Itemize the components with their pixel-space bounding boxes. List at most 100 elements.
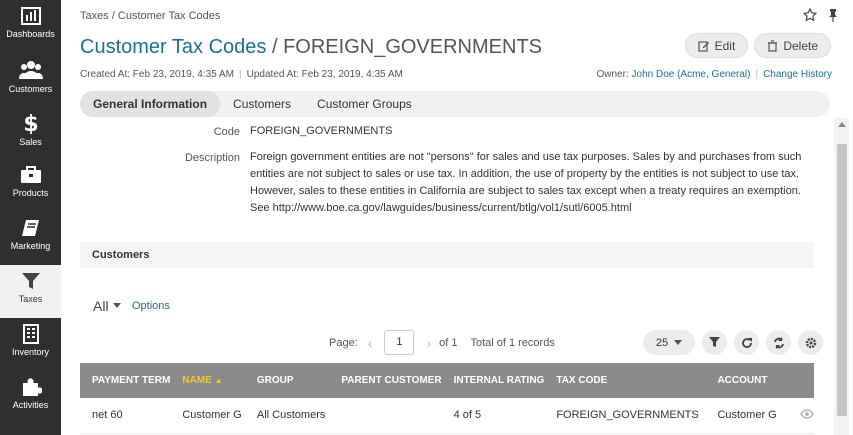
column-parent-customer[interactable]: PARENT CUSTOMER (329, 363, 442, 398)
column-payment-term[interactable]: PAYMENT TERM (80, 363, 171, 398)
per-page-select[interactable]: 25 (643, 330, 695, 355)
total-records: Total of 1 records (470, 336, 555, 349)
tab-bar: General Information Customers Customer G… (80, 91, 830, 117)
description-line: Foreign government entities are not "per… (250, 151, 802, 163)
breadcrumb[interactable]: Taxes / Customer Tax Codes (80, 10, 220, 22)
edit-icon (698, 40, 709, 52)
sidebar-item-label: Products (12, 188, 49, 198)
reset-button[interactable] (734, 330, 759, 355)
customers-section-header: Customers (80, 242, 814, 268)
star-icon[interactable] (803, 8, 817, 22)
change-history-link[interactable]: Change History (763, 69, 832, 80)
trash-icon (768, 39, 778, 52)
pin-icon[interactable] (827, 8, 839, 22)
page-input[interactable]: 1 (384, 330, 415, 355)
cell-actions (788, 398, 814, 434)
column-name-label: NAME (182, 375, 212, 386)
scroll-up-arrow-icon[interactable] (838, 122, 846, 127)
updated-at: Updated At: Feb 23, 2019, 4:35 AM (246, 69, 403, 80)
title-separator: / (271, 36, 278, 58)
dollar-icon: $ (23, 112, 38, 134)
sidebar-item-marketing[interactable]: Marketing (0, 212, 61, 265)
building-icon (22, 324, 39, 344)
column-account[interactable]: ACCOUNT (705, 363, 788, 398)
column-internal-rating[interactable]: INTERNAL RATING (441, 363, 545, 398)
chevron-right-icon[interactable]: › (426, 335, 431, 351)
sidebar: Dashboards Customers $ Sales Products Ma… (0, 0, 61, 435)
sidebar-item-dashboards[interactable]: Dashboards (0, 0, 61, 53)
eye-icon[interactable] (800, 409, 814, 419)
cell-account: Customer G (705, 398, 788, 434)
sidebar-item-label: Inventory (11, 347, 50, 357)
briefcase-icon (20, 166, 41, 183)
reset-icon (741, 337, 752, 348)
grid-settings-button[interactable] (798, 330, 823, 355)
column-name[interactable]: NAME ▲ (170, 363, 245, 398)
table-row[interactable]: net 60 Customer G All Customers 4 of 5 F… (80, 398, 814, 434)
gear-icon (805, 337, 816, 348)
scrollbar-thumb[interactable] (837, 144, 847, 416)
options-link[interactable]: Options (132, 300, 170, 312)
sidebar-item-inventory[interactable]: Inventory (0, 318, 61, 371)
sidebar-item-label: Dashboards (6, 29, 55, 39)
header-buttons: Edit Delete (684, 33, 831, 58)
filter-icon (709, 337, 720, 347)
cell-internal-rating: 4 of 5 (441, 398, 545, 434)
column-actions (788, 363, 814, 398)
svg-text:$: $ (23, 112, 38, 134)
column-group[interactable]: GROUP (244, 363, 330, 398)
grid-header-row: PAYMENT TERM NAME ▲ GROUP PARENT CUSTOME… (80, 363, 814, 398)
owner-info: Owner: John Doe (Acme, General) | Change H… (596, 69, 833, 80)
record-title: FOREIGN_GOVERNMENTS (283, 36, 542, 58)
entity-title-link[interactable]: Customer Tax Codes (80, 36, 266, 58)
customers-grid: PAYMENT TERM NAME ▲ GROUP PARENT CUSTOME… (80, 363, 814, 434)
description-value: Foreign government entities are not "per… (250, 149, 820, 217)
code-value: FOREIGN_GOVERNMENTS (250, 125, 393, 137)
sidebar-item-taxes[interactable]: Taxes (0, 265, 61, 318)
page-title: Customer Tax Codes / FOREIGN_GOVERNMENTS (80, 36, 542, 59)
description-line: entities are not subject to sales or use… (250, 168, 800, 180)
view-selector[interactable]: All (93, 298, 121, 314)
column-tax-code[interactable]: TAX CODE (544, 363, 706, 398)
sort-asc-icon: ▲ (214, 376, 223, 385)
sidebar-item-label: Taxes (18, 294, 43, 304)
page-actions (803, 8, 839, 22)
caret-down-icon (674, 339, 683, 345)
cell-payment-term: net 60 (80, 398, 171, 434)
main-content: Taxes / Customer Tax Codes Customer Tax … (61, 0, 853, 435)
scrollbar[interactable] (834, 118, 849, 435)
owner-link[interactable]: John Doe (Acme, General) (632, 69, 751, 80)
page-count: of 1 (439, 336, 458, 349)
page-label: Page: (329, 336, 358, 349)
owner-label: Owner: (596, 69, 629, 80)
sidebar-item-products[interactable]: Products (0, 159, 61, 212)
delete-button[interactable]: Delete (754, 33, 831, 58)
record-meta: Created At: Feb 23, 2019, 4:35 AM | Update… (80, 69, 403, 80)
cell-parent-customer (329, 398, 442, 434)
edit-button[interactable]: Edit (684, 33, 749, 58)
tab-customers[interactable]: Customers (220, 91, 304, 117)
filter-icon (21, 273, 40, 289)
edit-label: Edit (714, 38, 736, 53)
view-selector-label: All (93, 298, 109, 314)
sidebar-item-activities[interactable]: Activities (0, 371, 61, 424)
description-label: Description (184, 152, 240, 164)
description-line: See http://www.boe.ca.gov/lawguides/busi… (250, 202, 632, 214)
sidebar-item-label: Marketing (10, 241, 51, 251)
sidebar-item-customers[interactable]: Customers (0, 53, 61, 106)
caret-down-icon (112, 303, 121, 308)
puzzle-icon (22, 378, 42, 396)
bar-chart-icon (20, 7, 41, 25)
sidebar-item-label: Activities (12, 400, 49, 410)
chevron-left-icon[interactable]: ‹ (368, 335, 373, 351)
delete-label: Delete (783, 38, 818, 53)
pagination: Page: ‹ 1 › of 1 Total of 1 records (329, 330, 555, 355)
filter-button[interactable] (702, 330, 727, 355)
refresh-button[interactable] (766, 330, 791, 355)
cell-tax-code: FOREIGN_GOVERNMENTS (544, 398, 706, 434)
cell-name: Customer G (170, 398, 245, 434)
sidebar-item-sales[interactable]: $ Sales (0, 106, 61, 159)
tab-general-information[interactable]: General Information (80, 91, 221, 117)
tab-customer-groups[interactable]: Customer Groups (304, 91, 425, 117)
sidebar-item-label: Customers (8, 84, 53, 94)
